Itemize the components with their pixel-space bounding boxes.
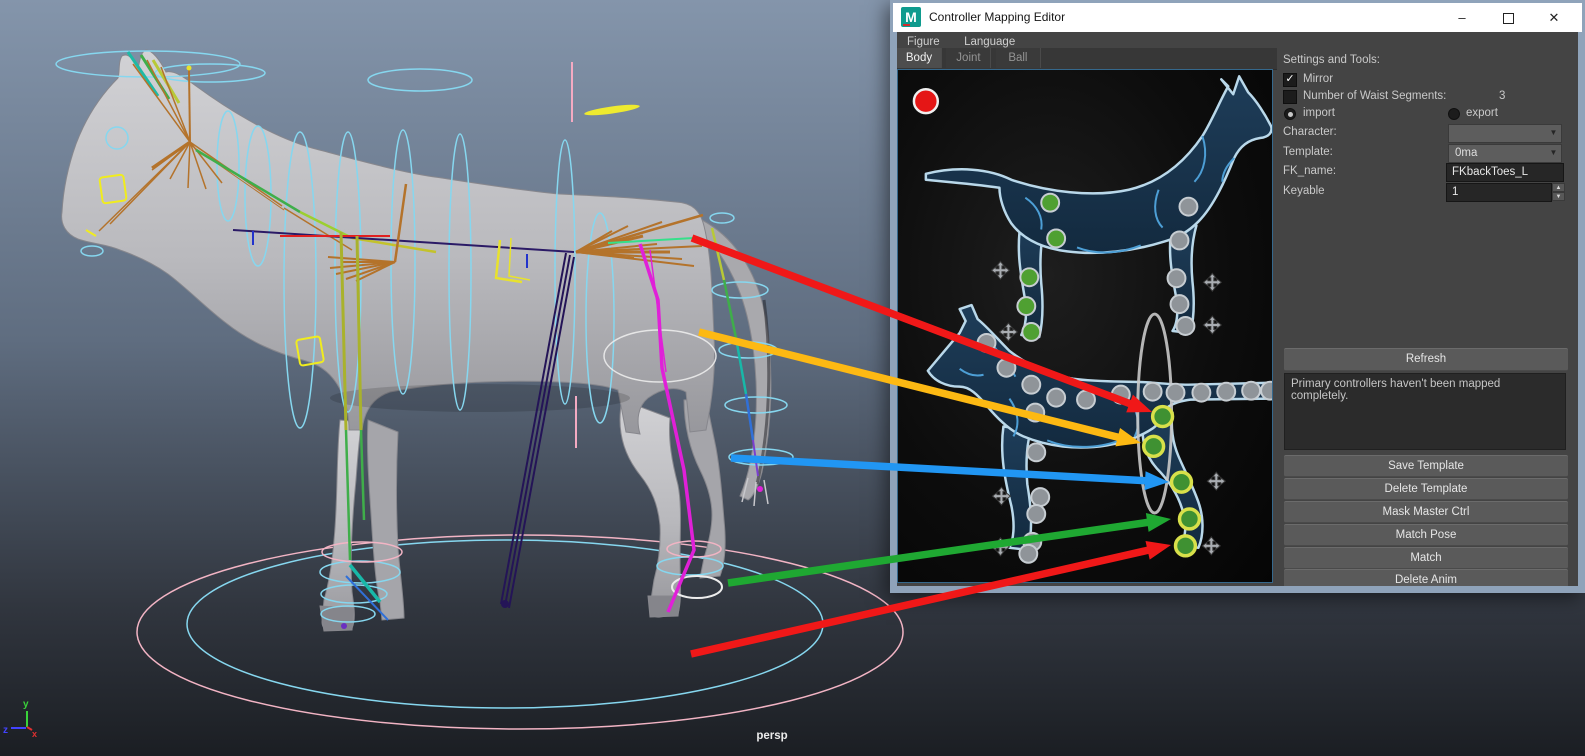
- status-message: Primary controllers haven't been mapped …: [1284, 373, 1566, 450]
- controller-dot-unmapped[interactable]: [1241, 380, 1262, 401]
- tab-bar: Body Joint Ball: [897, 48, 1277, 70]
- record-indicator[interactable]: [912, 88, 940, 115]
- tab-body[interactable]: Body: [897, 48, 942, 68]
- delete-template-button[interactable]: Delete Template: [1284, 478, 1568, 500]
- controller-dot-assigned[interactable]: [1016, 296, 1037, 317]
- maximize-icon: [1502, 13, 1514, 25]
- controller-dot-unmapped[interactable]: [1191, 382, 1212, 403]
- close-button[interactable]: ✕: [1531, 3, 1577, 32]
- maximize-button[interactable]: [1485, 3, 1531, 32]
- tab-ball[interactable]: Ball: [995, 48, 1041, 68]
- axis-x-label: x: [32, 729, 37, 739]
- controller-dot-unmapped[interactable]: [1216, 381, 1237, 402]
- template-value: 0ma: [1455, 147, 1478, 159]
- move-cursor-icon[interactable]: [991, 537, 1010, 557]
- mirror-label: Mirror: [1303, 73, 1334, 85]
- menu-bar: Figure Language: [897, 32, 1578, 48]
- belly-shadow: [330, 384, 630, 412]
- title-bar[interactable]: M Controller Mapping Editor – ✕: [893, 3, 1582, 32]
- keyable-label: Keyable: [1283, 185, 1325, 197]
- fk-name-field[interactable]: FKbackToes_L: [1446, 163, 1564, 182]
- controller-dot-mapped[interactable]: [1150, 404, 1175, 429]
- controller-dot-unmapped[interactable]: [1142, 381, 1163, 402]
- refresh-button[interactable]: Refresh: [1284, 348, 1568, 371]
- maya-app-icon: M: [901, 7, 921, 27]
- stepper-down-icon[interactable]: ▼: [1552, 192, 1565, 201]
- move-cursor-icon[interactable]: [991, 260, 1010, 280]
- chevron-down-icon: ▼: [1549, 148, 1558, 157]
- controller-dot-unmapped[interactable]: [1175, 316, 1196, 336]
- save-template-button[interactable]: Save Template: [1284, 455, 1568, 477]
- axis-z-label: z: [3, 725, 8, 736]
- minimize-button[interactable]: –: [1439, 3, 1485, 32]
- controller-mapping-editor-window: M Controller Mapping Editor – ✕ Figure L…: [890, 0, 1585, 593]
- fk-name-label: FK_name:: [1283, 165, 1337, 177]
- controller-dot-assigned[interactable]: [1046, 228, 1067, 249]
- character-dropdown[interactable]: ▼: [1448, 124, 1562, 143]
- mask-master-ctrl-button[interactable]: Mask Master Ctrl: [1284, 501, 1568, 523]
- settings-heading: Settings and Tools:: [1283, 54, 1380, 66]
- controller-dot-unmapped[interactable]: [976, 332, 997, 353]
- controller-dot-unmapped[interactable]: [1165, 382, 1186, 403]
- maya-application: y z x persp M Controller Mapping Editor …: [0, 0, 1585, 756]
- controller-dot-unmapped[interactable]: [1110, 384, 1131, 405]
- match-pose-button[interactable]: Match Pose: [1284, 524, 1568, 546]
- controller-dot-unmapped[interactable]: [1169, 230, 1190, 251]
- settings-panel: Settings and Tools: ✓ Mirror Number of W…: [1277, 48, 1578, 586]
- controller-dot-assigned[interactable]: [1021, 322, 1042, 342]
- stepper-up-icon[interactable]: ▲: [1552, 183, 1565, 192]
- import-label: import: [1303, 107, 1335, 119]
- controller-dot-mapped[interactable]: [1141, 434, 1166, 459]
- character-label: Character:: [1283, 126, 1337, 138]
- template-label: Template:: [1283, 146, 1333, 158]
- controller-dot-unmapped[interactable]: [1260, 380, 1273, 401]
- controller-dot-mapped[interactable]: [1169, 470, 1194, 494]
- waist-segments-label: Number of Waist Segments:: [1303, 90, 1447, 102]
- controller-dot-unmapped[interactable]: [996, 357, 1017, 378]
- map-horse-top: [924, 75, 1272, 339]
- controller-map-canvas[interactable]: [897, 69, 1273, 583]
- mirror-checkbox[interactable]: ✓: [1283, 73, 1297, 87]
- export-label: export: [1466, 107, 1498, 119]
- export-radio[interactable]: [1448, 108, 1460, 120]
- controller-dot-unmapped[interactable]: [1046, 387, 1067, 408]
- controller-dot-mapped[interactable]: [1173, 534, 1198, 558]
- controller-dot-unmapped[interactable]: [1178, 196, 1199, 217]
- controller-dot-unmapped[interactable]: [1018, 543, 1039, 564]
- controller-dot-assigned[interactable]: [1019, 267, 1040, 288]
- chevron-down-icon: ▼: [1549, 128, 1558, 137]
- template-dropdown[interactable]: 0ma ▼: [1448, 144, 1562, 163]
- move-cursor-icon[interactable]: [1202, 315, 1222, 335]
- controller-dot-assigned[interactable]: [1040, 192, 1061, 213]
- match-button[interactable]: Match: [1284, 547, 1568, 569]
- controller-dot-unmapped[interactable]: [1025, 402, 1046, 423]
- controller-dot-unmapped[interactable]: [1169, 294, 1190, 315]
- tab-joint[interactable]: Joint: [946, 48, 992, 68]
- keyable-stepper[interactable]: ▲ ▼: [1552, 183, 1565, 202]
- move-cursor-icon[interactable]: [998, 322, 1018, 342]
- window-title: Controller Mapping Editor: [929, 10, 1066, 24]
- window-body: Figure Language Body Joint Ball Settings…: [897, 32, 1578, 586]
- waist-segments-value: 3: [1499, 90, 1506, 102]
- controller-dot-unmapped[interactable]: [1021, 374, 1042, 395]
- camera-label: persp: [756, 730, 787, 742]
- move-cursor-icon[interactable]: [1201, 536, 1221, 556]
- controller-dot-mapped[interactable]: [1177, 507, 1202, 531]
- waist-segments-checkbox[interactable]: [1283, 90, 1297, 104]
- delete-anim-button[interactable]: Delete Anim: [1284, 569, 1568, 586]
- import-radio[interactable]: [1284, 108, 1296, 120]
- controller-dot-unmapped[interactable]: [1026, 442, 1047, 463]
- move-cursor-icon[interactable]: [1206, 471, 1226, 491]
- controller-dot-unmapped[interactable]: [1030, 487, 1051, 508]
- keyable-field[interactable]: 1: [1446, 183, 1552, 202]
- move-cursor-icon[interactable]: [1202, 272, 1222, 292]
- controller-dot-unmapped[interactable]: [1026, 504, 1047, 524]
- controller-dot-unmapped[interactable]: [1166, 268, 1187, 289]
- axis-y-label: y: [23, 699, 29, 710]
- controller-dot-unmapped[interactable]: [1076, 389, 1096, 410]
